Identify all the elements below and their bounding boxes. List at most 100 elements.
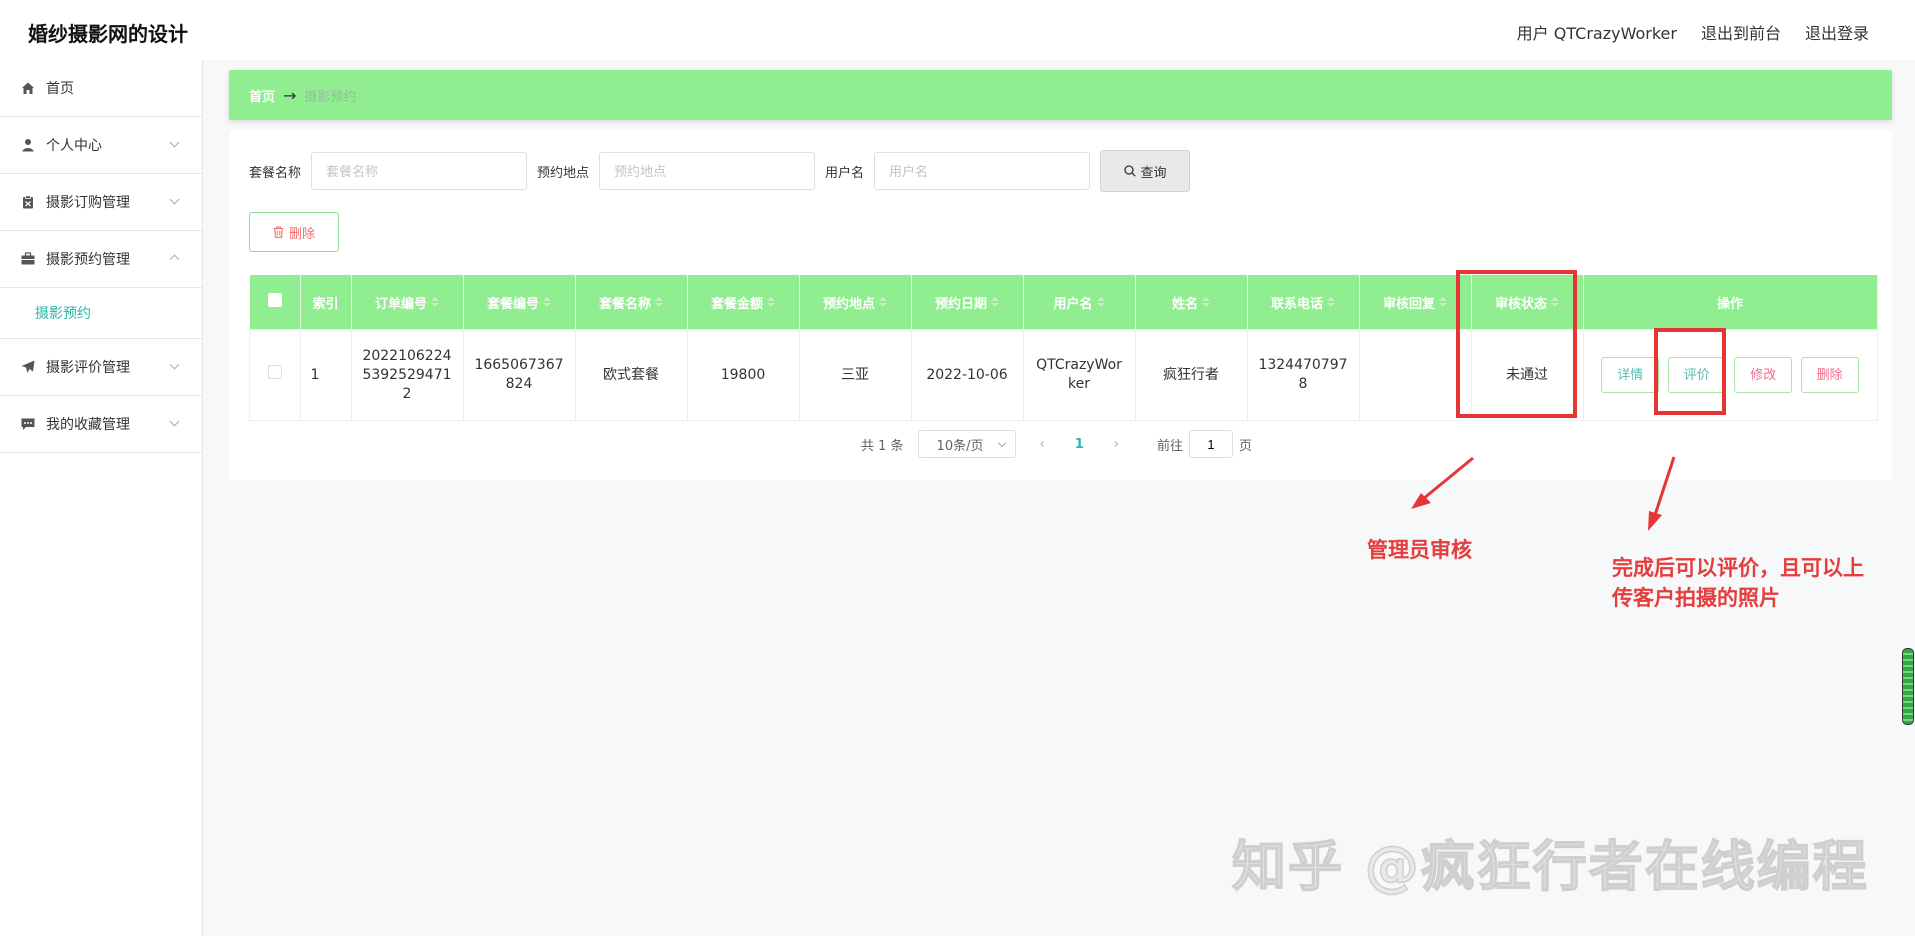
search-icon bbox=[1123, 165, 1136, 177]
goto-page-input[interactable] bbox=[1189, 430, 1234, 458]
breadcrumb-home[interactable]: 首页 bbox=[249, 86, 275, 105]
arrow-icon bbox=[1411, 456, 1474, 509]
sidebar-item-appointment-manage[interactable]: 摄影预约管理 bbox=[0, 231, 202, 288]
appointment-table: 索引 订单编号 套餐编号 套餐名称 套餐金额 预约地点 预约日期 用户名 姓名 … bbox=[249, 275, 1878, 421]
table-row: 1 2022106224 5392529471 2 1665067367 824… bbox=[249, 329, 1878, 421]
cell-order-no: 2022106224 5392529471 2 bbox=[350, 329, 464, 421]
col-header-location[interactable]: 预约地点 bbox=[799, 275, 912, 330]
chevron-down-icon bbox=[169, 416, 180, 427]
package-name-input[interactable] bbox=[311, 152, 528, 190]
sort-icon bbox=[991, 297, 999, 307]
cell-actions: 详情 评价 修改 删除 bbox=[1582, 329, 1878, 421]
col-header-order-no[interactable]: 订单编号 bbox=[351, 275, 464, 330]
sort-icon bbox=[1439, 297, 1447, 307]
col-header-reply[interactable]: 审核回复 bbox=[1359, 275, 1472, 330]
col-header-phone[interactable]: 联系电话 bbox=[1247, 275, 1360, 330]
page-size-select[interactable]: 10条/页 bbox=[917, 430, 1016, 458]
send-icon bbox=[20, 359, 36, 375]
sidebar-item-order-manage[interactable]: 摄影订购管理 bbox=[0, 174, 202, 231]
chevron-down-icon bbox=[169, 359, 180, 370]
briefcase-icon bbox=[20, 251, 36, 267]
location-label: 预约地点 bbox=[537, 165, 590, 181]
chevron-down-icon bbox=[997, 438, 1006, 448]
breadcrumb-current: 摄影预约 bbox=[304, 89, 357, 105]
page-number[interactable]: 1 bbox=[1075, 437, 1084, 452]
col-header-index: 索引 bbox=[300, 275, 352, 330]
package-name-label: 套餐名称 bbox=[249, 165, 302, 181]
trash-icon bbox=[273, 226, 284, 238]
delete-button[interactable]: 删除 bbox=[1800, 357, 1859, 393]
detail-button[interactable]: 详情 bbox=[1601, 357, 1660, 393]
sort-icon bbox=[431, 297, 439, 307]
col-header-package-name[interactable]: 套餐名称 bbox=[575, 275, 688, 330]
sidebar-item-label: 摄影订购管理 bbox=[46, 195, 130, 211]
location-input[interactable] bbox=[599, 152, 816, 190]
cell-name: 疯狂行者 bbox=[1134, 329, 1248, 421]
sort-icon bbox=[1327, 297, 1335, 307]
cell-index: 1 bbox=[299, 329, 352, 421]
top-nav: 用户 QTCrazyWorker 退出到前台 退出登录 bbox=[1517, 20, 1869, 44]
col-header-package-no[interactable]: 套餐编号 bbox=[463, 275, 576, 330]
sort-icon bbox=[1202, 297, 1210, 307]
sidebar-item-label: 我的收藏管理 bbox=[46, 417, 130, 433]
prev-page-button[interactable]: ‹ bbox=[1040, 437, 1045, 452]
select-all-cell bbox=[249, 275, 301, 330]
front-link[interactable]: 退出到前台 bbox=[1701, 20, 1781, 44]
sort-icon bbox=[1096, 297, 1105, 307]
col-header-username[interactable]: 用户名 bbox=[1023, 275, 1136, 330]
chevron-down-icon bbox=[169, 137, 180, 148]
sidebar-subitem-appointment[interactable]: 摄影预约 bbox=[0, 288, 202, 339]
username-label: 用户名 bbox=[825, 165, 865, 181]
goto-suffix: 页 bbox=[1239, 438, 1253, 454]
home-icon bbox=[20, 80, 36, 96]
sidebar-item-label: 摄影预约管理 bbox=[46, 252, 130, 268]
col-header-name[interactable]: 姓名 bbox=[1135, 275, 1248, 330]
cell-package-name: 欧式套餐 bbox=[574, 329, 688, 421]
scroll-indicator[interactable] bbox=[1902, 648, 1914, 725]
app-title: 婚纱摄影网的设计 bbox=[28, 22, 188, 46]
cell-location: 三亚 bbox=[798, 329, 912, 421]
col-header-actions: 操作 bbox=[1583, 275, 1878, 330]
sort-icon bbox=[655, 297, 663, 307]
cell-package-no: 1665067367 824 bbox=[462, 329, 576, 421]
sidebar-item-favorites-manage[interactable]: 我的收藏管理 bbox=[0, 396, 202, 453]
sidebar-item-home[interactable]: 首页 bbox=[0, 60, 202, 117]
col-header-date[interactable]: 预约日期 bbox=[911, 275, 1024, 330]
batch-delete-button[interactable]: 删除 bbox=[249, 212, 339, 252]
breadcrumb: 首页 → 摄影预约 bbox=[229, 70, 1892, 120]
clipboard-icon bbox=[20, 194, 36, 210]
watermark: 知乎 @疯狂行者在线编程 bbox=[1231, 834, 1869, 899]
top-bar: 婚纱摄影网的设计 用户 QTCrazyWorker 退出到前台 退出登录 bbox=[0, 0, 1915, 60]
arrow-icon bbox=[1648, 456, 1676, 531]
query-button-label: 查询 bbox=[1140, 165, 1167, 181]
logout-link[interactable]: 退出登录 bbox=[1805, 20, 1869, 44]
sidebar-item-review-manage[interactable]: 摄影评价管理 bbox=[0, 339, 202, 396]
username-input[interactable] bbox=[874, 152, 1091, 190]
sidebar-item-label: 个人中心 bbox=[46, 138, 102, 154]
cell-amount: 19800 bbox=[686, 329, 800, 421]
pagination: 共 1 条 10条/页 ‹ 1 › 前往 页 bbox=[861, 430, 1252, 458]
sort-icon bbox=[767, 297, 775, 307]
annotation-admin-review: 管理员审核 bbox=[1367, 538, 1472, 562]
chevron-down-icon bbox=[169, 194, 180, 205]
sidebar: 首页 个人中心 摄影订购管理 摄影预约管理 摄影预约 摄影评价管理 我的收藏管理 bbox=[0, 60, 203, 936]
row-select-cell bbox=[249, 329, 301, 421]
sidebar-item-personal[interactable]: 个人中心 bbox=[0, 117, 202, 174]
edit-button[interactable]: 修改 bbox=[1734, 357, 1793, 393]
col-header-amount[interactable]: 套餐金额 bbox=[687, 275, 800, 330]
table-header-row: 索引 订单编号 套餐编号 套餐名称 套餐金额 预约地点 预约日期 用户名 姓名 … bbox=[249, 275, 1878, 330]
select-all-checkbox[interactable] bbox=[267, 293, 282, 307]
next-page-button[interactable]: › bbox=[1114, 437, 1119, 452]
pagination-total: 共 1 条 bbox=[861, 438, 904, 454]
chevron-up-icon bbox=[169, 254, 180, 265]
query-button[interactable]: 查询 bbox=[1100, 150, 1191, 192]
sidebar-item-label: 首页 bbox=[46, 81, 74, 97]
search-form: 套餐名称 预约地点 用户名 查询 bbox=[249, 150, 1191, 192]
row-checkbox[interactable] bbox=[267, 365, 282, 379]
cell-username: QTCrazyWor ker bbox=[1022, 329, 1136, 421]
sort-icon bbox=[543, 297, 551, 307]
breadcrumb-arrow-icon: → bbox=[283, 85, 297, 105]
main-panel: 套餐名称 预约地点 用户名 查询 删除 索引 订单编号 套餐编号 套餐名称 套餐… bbox=[229, 130, 1892, 480]
goto-label: 前往 bbox=[1157, 438, 1184, 454]
sidebar-item-label: 摄影评价管理 bbox=[46, 360, 130, 376]
